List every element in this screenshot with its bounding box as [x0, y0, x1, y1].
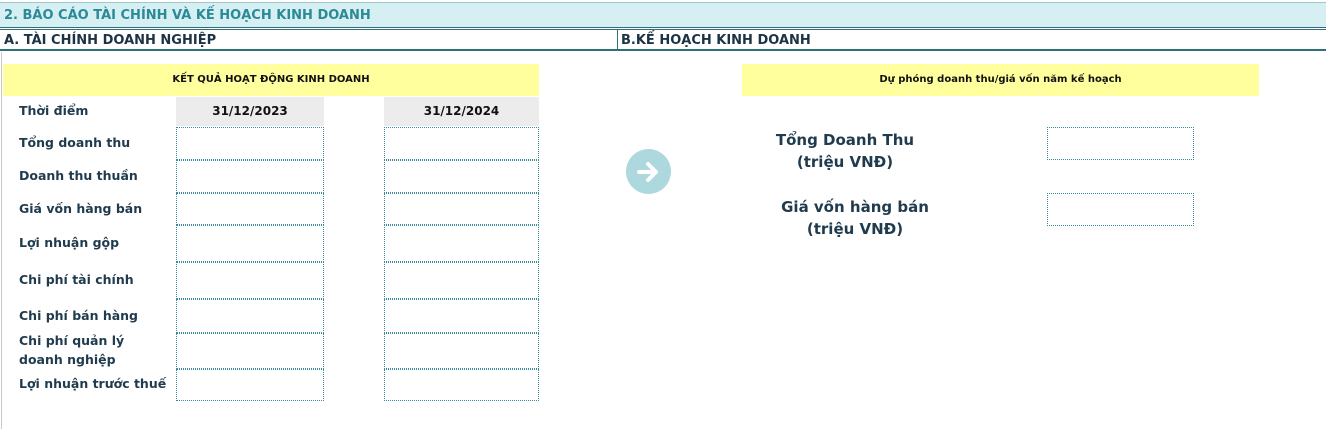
row-label-profit-before-tax: Lợi nhuận trước thuế [19, 376, 167, 391]
cell-net-revenue-2024[interactable] [384, 160, 539, 193]
cell-profit-before-tax-2023[interactable] [176, 369, 324, 401]
cell-cogs-2023[interactable] [176, 193, 324, 225]
period-label: Thời điểm [19, 103, 89, 118]
arrow-right-circle-icon [626, 149, 671, 194]
row-label-financial-expenses: Chi phí tài chính [19, 272, 134, 287]
row-label-admin-expenses: Chi phí quản lý doanh nghiệp [19, 333, 125, 367]
section-title: 2. BÁO CÁO TÀI CHÍNH VÀ KẾ HOẠCH KINH DO… [0, 2, 1326, 28]
section-b-header: B.KẾ HOẠCH KINH DOANH [618, 29, 1326, 51]
plan-header: Dự phóng doanh thu/giá vốn năm kế hoạch [742, 64, 1259, 96]
cell-total-revenue-2024[interactable] [384, 127, 539, 160]
row-label-total-revenue: Tổng doanh thu [19, 135, 131, 150]
cell-net-revenue-2023[interactable] [176, 160, 324, 193]
cell-gross-profit-2023[interactable] [176, 225, 324, 262]
row-label-selling-expenses: Chi phí bán hàng [19, 308, 139, 323]
cell-financial-expenses-2024[interactable] [384, 262, 539, 299]
cell-selling-expenses-2024[interactable] [384, 299, 539, 333]
plan-revenue-label: Tổng Doanh Thu (triệu VNĐ) [760, 129, 930, 173]
plan-revenue-input[interactable] [1047, 127, 1194, 160]
row-label-net-revenue: Doanh thu thuần [19, 168, 138, 183]
date-column-2023: 31/12/2023 [176, 97, 324, 126]
financials-header: KẾT QUẢ HOẠT ĐỘNG KINH DOANH [3, 64, 539, 96]
plan-cogs-input[interactable] [1047, 193, 1194, 226]
row-label-cogs: Giá vốn hàng bán [19, 201, 143, 216]
left-gridline [1, 52, 2, 429]
date-column-2024: 31/12/2024 [384, 97, 539, 126]
section-a-header: A. TÀI CHÍNH DOANH NGHIỆP [0, 29, 618, 51]
cell-admin-expenses-2024[interactable] [384, 333, 539, 369]
row-label-gross-profit: Lợi nhuận gộp [19, 235, 120, 250]
cell-profit-before-tax-2024[interactable] [384, 369, 539, 401]
cell-gross-profit-2024[interactable] [384, 225, 539, 262]
cell-selling-expenses-2023[interactable] [176, 299, 324, 333]
cell-cogs-2024[interactable] [384, 193, 539, 225]
cell-total-revenue-2023[interactable] [176, 127, 324, 160]
plan-cogs-label: Giá vốn hàng bán (triệu VNĐ) [760, 196, 950, 240]
plan-revenue-label-line1: Tổng Doanh Thu [775, 131, 915, 149]
plan-cogs-label-line1: Giá vốn hàng bán [781, 198, 929, 216]
plan-cogs-label-line2: (triệu VNĐ) [806, 220, 904, 238]
cell-financial-expenses-2023[interactable] [176, 262, 324, 299]
plan-revenue-label-line2: (triệu VNĐ) [796, 153, 894, 171]
cell-admin-expenses-2023[interactable] [176, 333, 324, 369]
